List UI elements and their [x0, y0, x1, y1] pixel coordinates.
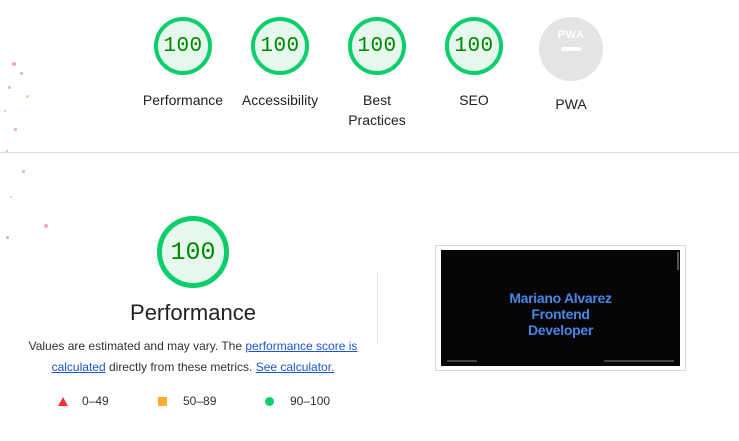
- performance-score-value: 100: [170, 237, 216, 267]
- gauge-label: PWA: [555, 96, 587, 112]
- scrollbar: [677, 252, 679, 270]
- gauge-performance[interactable]: 100 Performance: [133, 17, 233, 110]
- average-square-icon: [158, 396, 167, 406]
- score-ring: 100: [251, 17, 309, 75]
- category-gauges: 100 Performance 100 Accessibility 100 Be…: [0, 0, 739, 152]
- legend-fail: 0–49: [58, 394, 109, 408]
- legend-range: 50–89: [183, 394, 217, 408]
- screenshot-heading: Mariano Alvarez Frontend Developer: [441, 290, 680, 338]
- legend-range: 0–49: [82, 394, 109, 408]
- final-screenshot[interactable]: Mariano Alvarez Frontend Developer: [435, 245, 686, 371]
- screenshot-footer-right: [604, 360, 674, 362]
- gauge-label: SEO: [459, 92, 489, 108]
- legend-average: 50–89: [158, 394, 216, 408]
- gauge-best-practices[interactable]: 100 Best Practices: [327, 17, 427, 130]
- score-value: 100: [260, 34, 300, 58]
- score-value: 100: [454, 34, 494, 58]
- screenshot-thumbnail: Mariano Alvarez Frontend Developer: [441, 250, 680, 366]
- score-ring: 100: [445, 17, 503, 75]
- score-value: 100: [357, 34, 397, 58]
- see-calculator-link[interactable]: See calculator.: [256, 360, 335, 374]
- score-ring: 100: [154, 17, 212, 75]
- score-ring: 100: [348, 17, 406, 75]
- gauge-accessibility[interactable]: 100 Accessibility: [230, 17, 330, 110]
- pass-circle-icon: [265, 396, 274, 406]
- performance-description: Values are estimated and may vary. The p…: [28, 336, 358, 378]
- gauge-seo[interactable]: 100 SEO: [424, 17, 524, 110]
- gauge-label: Performance: [142, 92, 224, 108]
- gauge-label: Accessibility: [241, 92, 319, 108]
- screenshot-footer-left: [447, 360, 477, 362]
- performance-score-gauge: 100: [157, 216, 229, 288]
- performance-title: Performance: [130, 300, 256, 325]
- section-divider: [0, 152, 739, 153]
- gauge-label: Best Practices: [348, 92, 406, 128]
- pwa-badge-text: PWA: [557, 29, 585, 41]
- pwa-badge-icon: PWA: [539, 17, 603, 81]
- legend-range: 90–100: [290, 394, 331, 408]
- score-value: 100: [163, 34, 203, 58]
- legend-pass: 90–100: [265, 394, 330, 408]
- desc-text: Values are estimated and may vary. The: [28, 339, 246, 353]
- heading-line: Frontend: [531, 306, 590, 322]
- pwa-bar-icon: [561, 47, 581, 51]
- fail-triangle-icon: [58, 396, 68, 406]
- heading-line: Mariano Alvarez: [509, 290, 612, 306]
- gauge-pwa[interactable]: PWA PWA: [521, 17, 621, 114]
- heading-line: Developer: [528, 322, 593, 338]
- vertical-divider: [377, 272, 378, 344]
- desc-text: directly from these metrics.: [105, 360, 256, 374]
